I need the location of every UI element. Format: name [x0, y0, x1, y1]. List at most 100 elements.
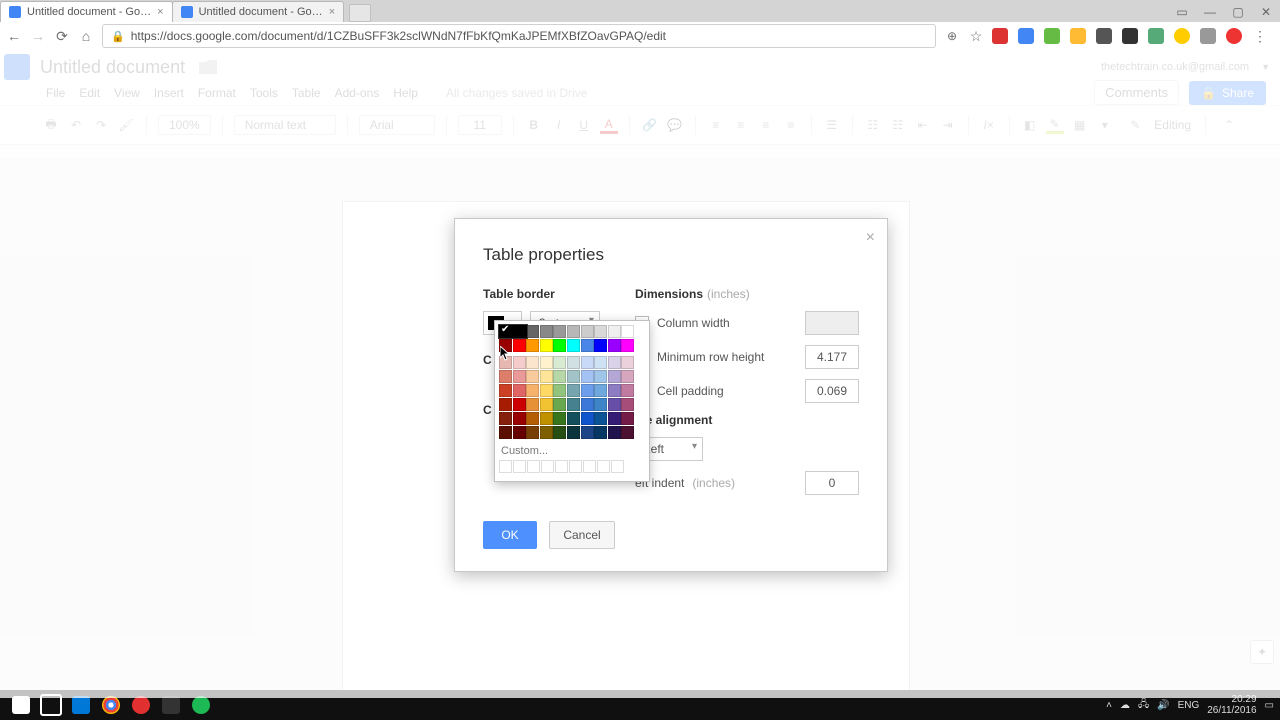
mode-label[interactable]: Editing: [1154, 118, 1191, 132]
color-swatch[interactable]: [608, 412, 621, 425]
indent-icon[interactable]: ⇥: [939, 116, 957, 134]
outdent-icon[interactable]: ⇤: [914, 116, 932, 134]
color-swatch[interactable]: [526, 370, 539, 383]
color-swatch[interactable]: [553, 384, 566, 397]
color-swatch[interactable]: [540, 370, 553, 383]
color-swatch[interactable]: [567, 398, 580, 411]
more-icon[interactable]: ▾: [1096, 116, 1114, 134]
color-swatch[interactable]: [553, 339, 566, 352]
tray-network-icon[interactable]: 🖧: [1138, 697, 1149, 714]
color-swatch[interactable]: [581, 384, 594, 397]
ext-green-icon[interactable]: [1044, 28, 1060, 44]
color-swatch[interactable]: [499, 412, 512, 425]
custom-color-link[interactable]: Custom...: [501, 445, 643, 457]
align-left-icon[interactable]: ≡: [707, 116, 725, 134]
color-swatch[interactable]: [553, 412, 566, 425]
ext-cast-icon[interactable]: [1018, 28, 1034, 44]
color-swatch[interactable]: [513, 384, 526, 397]
comment-icon[interactable]: 💬: [666, 116, 684, 134]
account-email[interactable]: thetechtrain.co.uk@gmail.com: [1101, 61, 1249, 73]
color-swatch[interactable]: [540, 426, 553, 439]
color-swatch[interactable]: [540, 398, 553, 411]
color-swatch[interactable]: [567, 325, 580, 338]
custom-swatch[interactable]: [555, 460, 568, 473]
align-right-icon[interactable]: ≡: [757, 116, 775, 134]
tray-chevron-up-icon[interactable]: ˄: [1106, 700, 1112, 711]
color-swatch[interactable]: [581, 325, 594, 338]
custom-swatch[interactable]: [611, 460, 624, 473]
color-swatch[interactable]: [540, 384, 553, 397]
start-button[interactable]: [6, 690, 36, 720]
window-person-icon[interactable]: ▭: [1168, 2, 1196, 22]
link-icon[interactable]: 🔗: [641, 116, 659, 134]
ext-red-icon[interactable]: [1226, 28, 1242, 44]
browser-tab-1[interactable]: Untitled document - Go… ×: [0, 1, 173, 22]
menu-tools[interactable]: Tools: [250, 86, 278, 100]
home-icon[interactable]: ⌂: [78, 28, 94, 44]
align-center-icon[interactable]: ≡: [732, 116, 750, 134]
color-swatch[interactable]: [540, 325, 553, 338]
color-swatch[interactable]: [526, 398, 539, 411]
color-swatch[interactable]: [513, 339, 526, 352]
color-swatch[interactable]: [513, 398, 526, 411]
numbered-list-icon[interactable]: ☷: [864, 116, 882, 134]
left-indent-input[interactable]: [805, 471, 859, 495]
color-swatch[interactable]: [608, 398, 621, 411]
window-minimize[interactable]: —: [1196, 2, 1224, 22]
color-swatch[interactable]: [594, 370, 607, 383]
text-color-icon[interactable]: A: [600, 117, 618, 134]
color-swatch[interactable]: [526, 356, 539, 369]
share-button[interactable]: 🔒 Share: [1189, 81, 1266, 105]
cancel-button[interactable]: Cancel: [549, 521, 615, 549]
color-swatch[interactable]: [553, 426, 566, 439]
bulleted-list-icon[interactable]: ☷: [889, 116, 907, 134]
color-swatch[interactable]: [553, 370, 566, 383]
taskbar-app-3[interactable]: [186, 690, 216, 720]
font-select[interactable]: Arial: [359, 115, 435, 135]
zoom-icon[interactable]: ⊕: [944, 28, 960, 44]
color-swatch[interactable]: [581, 398, 594, 411]
color-swatch[interactable]: [594, 426, 607, 439]
ext-adblock-icon[interactable]: [992, 28, 1008, 44]
back-icon[interactable]: ←: [6, 28, 22, 44]
color-swatch[interactable]: [567, 339, 580, 352]
color-swatch[interactable]: [581, 426, 594, 439]
underline-icon[interactable]: U: [575, 116, 593, 134]
color-swatch[interactable]: [594, 398, 607, 411]
color-swatch[interactable]: [621, 384, 634, 397]
color-swatch[interactable]: [526, 325, 539, 338]
star-icon[interactable]: ☆: [968, 28, 984, 44]
reload-icon[interactable]: ⟳: [54, 28, 70, 44]
close-icon[interactable]: ×: [329, 6, 335, 18]
document-title[interactable]: Untitled document: [40, 57, 185, 78]
border-icon[interactable]: ▦: [1071, 116, 1089, 134]
color-swatch[interactable]: [513, 426, 526, 439]
comments-button[interactable]: Comments: [1094, 80, 1179, 105]
color-swatch[interactable]: [553, 398, 566, 411]
undo-icon[interactable]: ↶: [67, 116, 85, 134]
tray-language[interactable]: ENG: [1178, 700, 1200, 711]
menu-file[interactable]: File: [46, 86, 65, 100]
color-swatch[interactable]: [513, 356, 526, 369]
custom-swatch[interactable]: [569, 460, 582, 473]
paint-format-icon[interactable]: 🖌: [117, 116, 135, 134]
color-swatch[interactable]: [526, 384, 539, 397]
window-close[interactable]: ✕: [1252, 2, 1280, 22]
new-tab-button[interactable]: [349, 4, 371, 22]
color-swatch[interactable]: [567, 426, 580, 439]
color-swatch[interactable]: [540, 356, 553, 369]
menu-addons[interactable]: Add-ons: [335, 86, 380, 100]
explore-button[interactable]: ✦: [1250, 640, 1274, 664]
cell-padding-input[interactable]: [805, 379, 859, 403]
color-swatch[interactable]: [608, 325, 621, 338]
menu-insert[interactable]: Insert: [154, 86, 184, 100]
color-swatch[interactable]: [608, 370, 621, 383]
taskbar-app-2[interactable]: [156, 690, 186, 720]
color-swatch[interactable]: [594, 384, 607, 397]
ext-gray2-icon[interactable]: [1200, 28, 1216, 44]
color-swatch[interactable]: [608, 356, 621, 369]
window-maximize[interactable]: ▢: [1224, 2, 1252, 22]
menu-format[interactable]: Format: [198, 86, 236, 100]
color-swatch[interactable]: [621, 412, 634, 425]
color-swatch[interactable]: [499, 384, 512, 397]
